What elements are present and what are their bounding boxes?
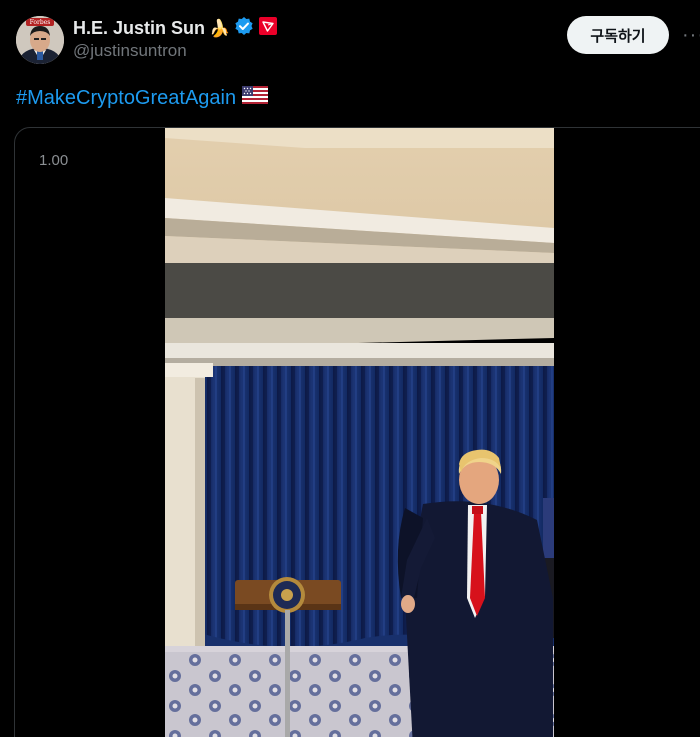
more-options-icon[interactable]: ··· [682,23,700,47]
avatar-badge-text: Forbes [30,19,51,26]
avatar[interactable]: Forbes [16,16,64,64]
verified-badge-icon [234,16,254,41]
tron-affiliate-icon[interactable] [258,16,278,41]
tweet: Forbes H.E. Justin Sun 🍌 @justinsuntron … [0,0,700,737]
video-player[interactable]: 1.00 [14,127,700,737]
tweet-text: #MakeCryptoGreatAgain [16,86,269,110]
display-name[interactable]: H.E. Justin Sun [73,18,205,39]
hashtag-link[interactable]: #MakeCryptoGreatAgain [16,87,236,110]
banana-emoji: 🍌 [209,18,231,38]
author-handle[interactable]: @justinsuntron [73,41,187,61]
playback-speed-label[interactable]: 1.00 [39,152,68,169]
us-flag-emoji [242,86,269,110]
subscribe-button[interactable]: 구독하기 [567,16,669,54]
author-name-row[interactable]: H.E. Justin Sun 🍌 [73,16,278,40]
video-frame[interactable] [165,128,554,737]
